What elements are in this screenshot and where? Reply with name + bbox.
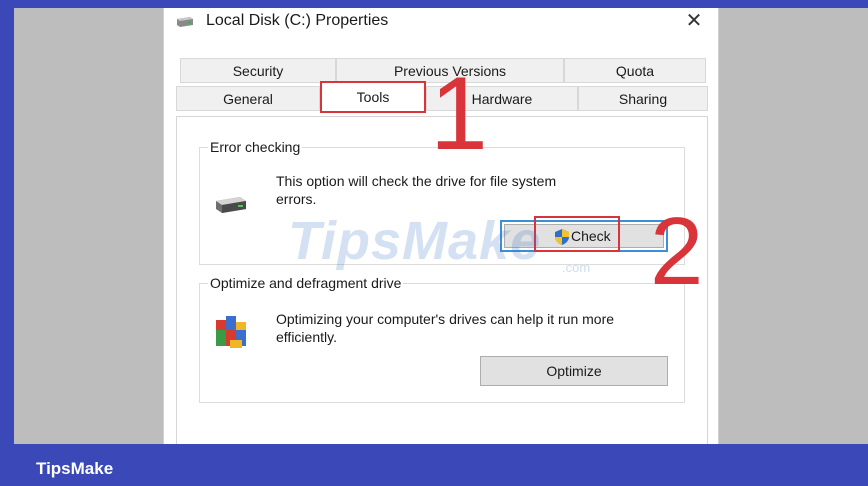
optimize-description: Optimizing your computer's drives can he… <box>276 310 676 346</box>
brand-bar <box>0 444 868 486</box>
drive-icon <box>177 17 193 27</box>
error-checking-label: Error checking <box>208 139 303 155</box>
optimize-line2: efficiently. <box>276 329 337 345</box>
error-checking-description: This option will check the drive for fil… <box>276 172 676 208</box>
optimize-label: Optimize and defragment drive <box>208 275 404 291</box>
title-bar: Local Disk (C:) Properties ✕ <box>164 8 718 36</box>
drive-icon <box>216 197 246 213</box>
tab-sharing[interactable]: Sharing <box>578 86 708 111</box>
close-icon[interactable]: ✕ <box>684 10 704 32</box>
error-checking-line1: This option will check the drive for fil… <box>276 173 557 189</box>
check-highlight-box <box>534 216 620 252</box>
watermark: TipsMake <box>288 211 542 271</box>
tab-quota[interactable]: Quota <box>564 58 706 83</box>
error-checking-line2: errors. <box>276 191 317 207</box>
step-2-annotation: 2 <box>650 198 704 305</box>
watermark-sub: .com <box>562 260 591 275</box>
tab-tools[interactable]: Tools <box>320 81 426 113</box>
step-1-annotation: 1 <box>430 56 488 172</box>
dialog-title: Local Disk (C:) Properties <box>206 12 389 29</box>
optimize-button[interactable]: Optimize <box>480 356 668 386</box>
optimize-group: Optimize and defragment drive Optimizing… <box>199 275 685 403</box>
brand-label: TipsMake <box>36 459 114 478</box>
optimize-line1: Optimizing your computer's drives can he… <box>276 311 615 327</box>
tab-general[interactable]: General <box>176 86 320 111</box>
defrag-icon <box>216 316 246 348</box>
tab-security[interactable]: Security <box>180 58 336 83</box>
